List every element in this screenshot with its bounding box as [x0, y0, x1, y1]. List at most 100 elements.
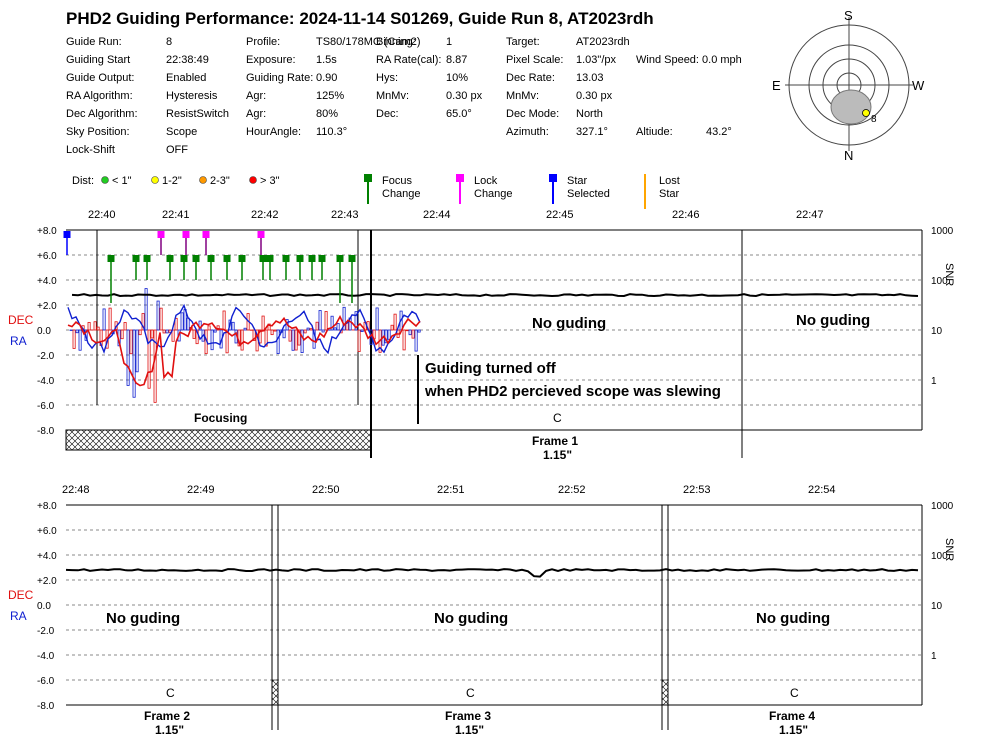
p2-frame-label-2: Frame 4	[769, 709, 815, 723]
p1-correction-bar	[357, 329, 361, 352]
p1-correction-bar	[135, 329, 139, 373]
p2-no-guiding-2: No guding	[756, 610, 830, 627]
p1-correction-bar	[402, 329, 406, 351]
p1-snr-tick-3: 1	[931, 376, 937, 387]
p2-y-tick-0: +8.0	[37, 501, 57, 512]
p1-frame-hfr: 1.15"	[543, 448, 572, 462]
p1-focus-marker-head	[143, 255, 151, 262]
p1-correction-bar	[180, 312, 184, 331]
p1-no-guiding-1: No guding	[532, 315, 606, 332]
p2-snr-label: SNR	[943, 538, 955, 561]
p1-correction-bar	[321, 329, 325, 333]
p1-star-selected-head	[63, 231, 71, 238]
p1-lock-marker-head	[202, 231, 210, 238]
p2-x-tick-5: 22:53	[683, 484, 711, 496]
p1-y-tick-6: -4.0	[37, 376, 55, 387]
p2-calibration-label-1: C	[466, 686, 475, 700]
p1-y-tick-4: 0.0	[37, 326, 51, 337]
p1-correction-bar	[300, 329, 304, 353]
p1-focus-marker-head	[192, 255, 200, 262]
p1-correction-bar	[360, 329, 364, 332]
p1-correction-bar	[333, 327, 337, 331]
p2-frame-hfr-2: 1.15"	[779, 723, 808, 737]
p1-lock-marker-head	[157, 231, 165, 238]
p1-correction-bar	[336, 323, 340, 331]
p1-correction-bar	[417, 329, 421, 333]
p2-y-tick-7: -6.0	[37, 676, 55, 687]
p1-x-tick-1: 22:41	[162, 209, 190, 221]
p1-correction-bar	[75, 329, 79, 334]
p1-y-tick-8: -8.0	[37, 426, 55, 437]
p1-correction-bar	[324, 311, 328, 331]
p1-focus-marker-head	[107, 255, 115, 262]
p1-y-tick-3: +2.0	[37, 301, 57, 312]
p1-focusing-label: Focusing	[194, 411, 247, 425]
p2-frame-hfr-1: 1.15"	[455, 723, 484, 737]
p2-calibration-hatch-1	[661, 679, 669, 706]
p1-correction-bar	[132, 329, 136, 398]
p2-snr-tick-0: 1000	[931, 501, 954, 512]
p1-correction-bar	[390, 324, 394, 331]
p1-correction-bar	[306, 327, 310, 331]
p1-x-tick-5: 22:45	[546, 209, 574, 221]
p1-focus-marker-head	[166, 255, 174, 262]
p1-focus-marker-head	[132, 255, 140, 262]
p1-x-tick-3: 22:43	[331, 209, 359, 221]
p2-calibration-hatch-0	[271, 679, 279, 706]
p1-note-line-2: when PHD2 percieved scope was slewing	[424, 383, 721, 400]
p2-y-tick-6: -4.0	[37, 651, 55, 662]
p1-correction-bar	[123, 322, 127, 331]
p1-correction-bar	[138, 329, 142, 336]
p2-calibration-label-2: C	[790, 686, 799, 700]
p1-correction-bar	[411, 329, 415, 339]
p2-frame-label-0: Frame 2	[144, 709, 190, 723]
p2-ra-axis-label: RA	[10, 609, 27, 623]
p1-y-tick-2: +4.0	[37, 276, 57, 287]
guiding-chart: +8.0 +6.0 +4.0 +2.0 0.0 -2.0 -4.0 -6.0 -8.0 1000 1…	[8, 209, 955, 737]
p1-correction-bar	[303, 329, 307, 334]
p1-focus-marker-head	[207, 255, 215, 262]
p2-x-tick-4: 22:52	[558, 484, 586, 496]
p2-no-guiding-0: No guding	[106, 610, 180, 627]
p1-correction-bar	[186, 317, 190, 331]
p1-correction-bar	[261, 315, 265, 331]
p1-correction-bar	[291, 329, 295, 351]
p1-y-tick-7: -6.0	[37, 401, 55, 412]
p1-x-tick-4: 22:44	[423, 209, 451, 221]
p1-correction-bar	[120, 329, 124, 340]
p2-snr-tick-3: 1	[931, 651, 937, 662]
p1-correction-bar	[102, 308, 106, 331]
p1-focus-marker-head	[318, 255, 326, 262]
p1-correction-bar	[243, 327, 247, 331]
p2-y-tick-1: +6.0	[37, 526, 57, 537]
p2-y-tick-4: 0.0	[37, 601, 51, 612]
p1-correction-bar	[147, 329, 151, 389]
p2-y-tick-2: +4.0	[37, 551, 57, 562]
p1-correction-bar	[408, 329, 412, 336]
p1-correction-bar	[393, 313, 397, 331]
p1-x-tick-0: 22:40	[88, 209, 116, 221]
p2-frame-hfr-0: 1.15"	[155, 723, 184, 737]
p1-correction-bar	[318, 310, 322, 331]
p1-correction-bar	[309, 328, 313, 331]
p1-correction-bar	[222, 310, 226, 331]
p1-correction-bar	[375, 307, 379, 331]
p1-correction-bar	[387, 329, 391, 340]
p2-y-tick-3: +2.0	[37, 576, 57, 587]
p1-correction-bar	[282, 329, 286, 339]
p1-lock-marker-head	[182, 231, 190, 238]
p2-x-tick-3: 22:51	[437, 484, 465, 496]
p2-dec-axis-label: DEC	[8, 588, 34, 602]
p1-focus-marker-head	[336, 255, 344, 262]
p1-x-tick-6: 22:46	[672, 209, 700, 221]
p2-y-tick-5: -2.0	[37, 626, 55, 637]
p1-correction-bar	[405, 329, 409, 332]
p1-ra-axis-label: RA	[10, 334, 27, 348]
p1-correction-bar	[192, 329, 196, 339]
p1-focus-marker-head	[180, 255, 188, 262]
p1-focus-marker-head	[296, 255, 304, 262]
p1-focus-marker-head	[259, 255, 267, 262]
p1-focus-marker-head	[282, 255, 290, 262]
p2-y-tick-8: -8.0	[37, 701, 55, 712]
p1-dec-axis-label: DEC	[8, 313, 34, 327]
